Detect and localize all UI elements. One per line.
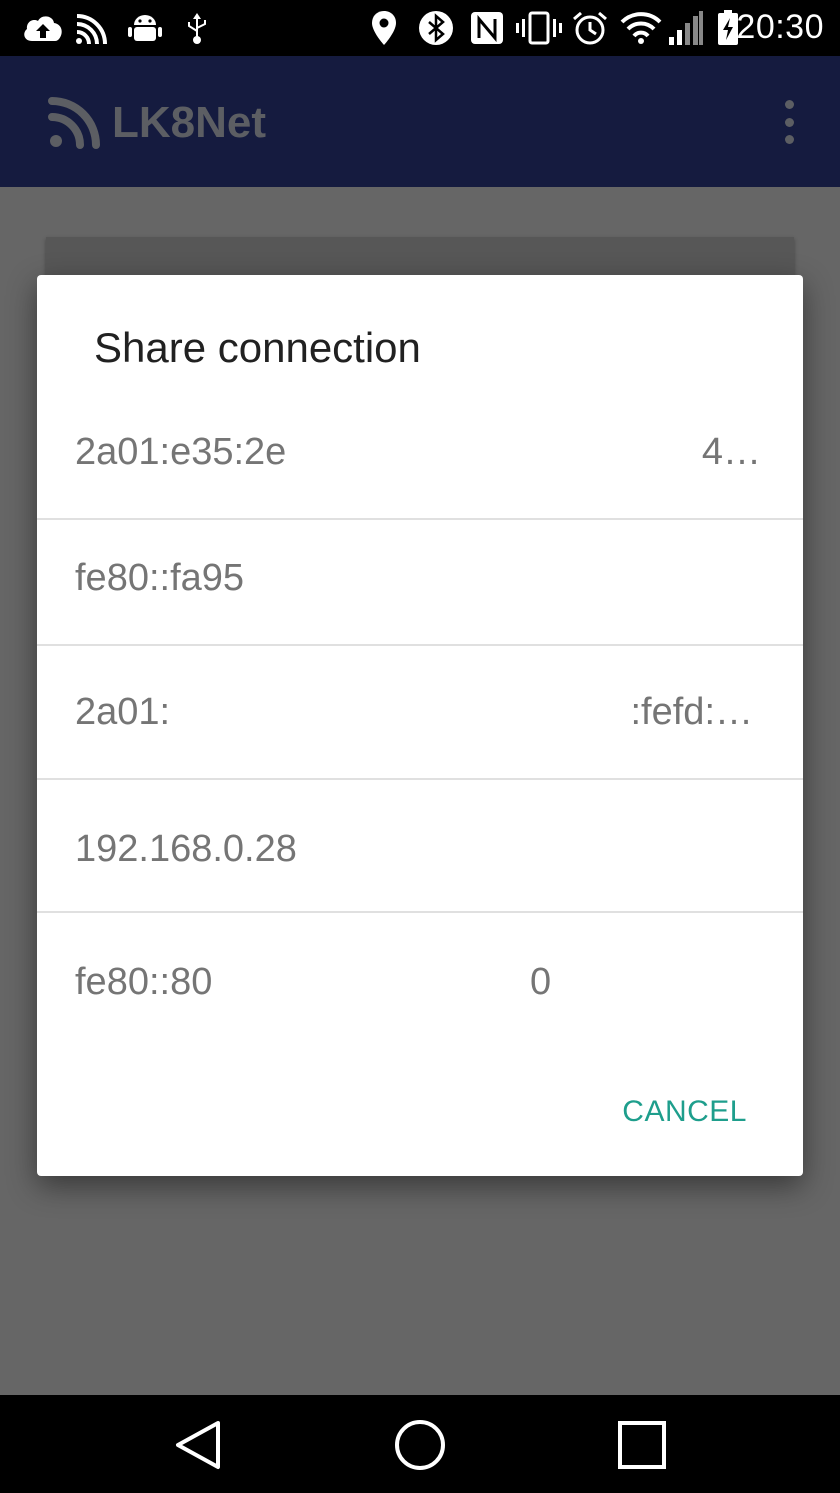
address-text: 192.168.0.28 xyxy=(75,828,297,870)
navigation-bar xyxy=(0,1395,840,1493)
status-bar: 20:30 xyxy=(0,0,840,56)
address-text: 2a01:e35:2e xyxy=(75,431,287,473)
list-item[interactable]: fe80::fa95 xyxy=(37,513,803,646)
address-text-suffix: 4… xyxy=(701,431,761,473)
list-item[interactable]: 2a01:e35:2e 4… xyxy=(37,387,803,520)
more-vert-icon[interactable] xyxy=(774,100,804,144)
app-title: LK8Net xyxy=(112,98,267,147)
vibrate-icon xyxy=(516,10,562,46)
back-icon[interactable] xyxy=(168,1415,228,1475)
cancel-button[interactable]: CANCEL xyxy=(622,1097,747,1127)
home-icon[interactable] xyxy=(390,1415,450,1475)
rss-feed-icon xyxy=(46,91,102,151)
dialog-title: Share connection xyxy=(94,324,421,371)
alarm-icon xyxy=(571,10,609,46)
list-item[interactable]: 192.168.0.28 xyxy=(37,780,803,913)
address-text-suffix: 0 xyxy=(530,961,552,1003)
share-connection-dialog: Share connection 2a01:e35:2e 4… fe80::fa… xyxy=(37,275,803,1176)
list-item[interactable]: 2a01: :fefd:… xyxy=(37,647,803,780)
address-text: fe80::80 xyxy=(75,961,213,1003)
android-debug-icon xyxy=(128,10,162,46)
address-text-suffix: :fefd:… xyxy=(630,691,754,733)
wifi-icon xyxy=(620,10,662,46)
signal-icon xyxy=(668,10,704,46)
usb-icon xyxy=(184,10,210,46)
cast-icon xyxy=(74,10,112,46)
address-text: 2a01: xyxy=(75,691,171,733)
bluetooth-icon xyxy=(418,10,454,46)
cloud-upload-icon xyxy=(22,10,64,46)
clock: 20:30 xyxy=(736,8,824,46)
recents-icon[interactable] xyxy=(612,1415,672,1475)
location-icon xyxy=(370,10,398,46)
nfc-icon xyxy=(470,10,504,46)
list-item[interactable]: fe80::80 0 xyxy=(37,913,803,1046)
address-text: fe80::fa95 xyxy=(75,557,245,599)
